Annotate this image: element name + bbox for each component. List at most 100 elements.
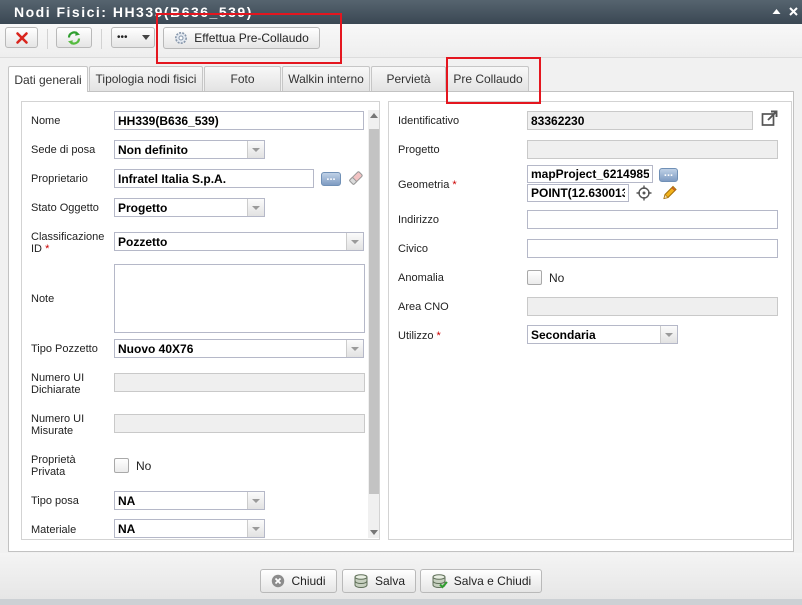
- geometria-point-input[interactable]: [527, 184, 629, 202]
- numero-ui-misurate-label-line2: Misurate: [31, 425, 74, 437]
- salva-button[interactable]: Salva: [342, 569, 416, 593]
- utilizzo-label: Utilizzo *: [398, 330, 441, 342]
- chiudi-label: Chiudi: [291, 574, 326, 588]
- tipo-pozzetto-select[interactable]: Nuovo 40X76: [114, 339, 364, 358]
- tab-pervieta[interactable]: Pervietà: [371, 66, 446, 91]
- proprietario-browse-button[interactable]: ...: [321, 172, 341, 186]
- stato-oggetto-value: Progetto: [118, 201, 168, 215]
- database-check-icon: [432, 574, 448, 589]
- utilizzo-trigger[interactable]: [660, 326, 677, 343]
- area-cno-label: Area CNO: [398, 301, 449, 313]
- proprieta-privata-checkbox[interactable]: [114, 458, 129, 473]
- nome-input[interactable]: [114, 111, 364, 130]
- tab-pre-collaudo[interactable]: Pre Collaudo: [447, 66, 529, 91]
- classificazione-id-value: Pozzetto: [118, 235, 168, 249]
- proprieta-privata-label: Proprietà Privata: [31, 454, 76, 478]
- tipo-pozzetto-label: Tipo Pozzetto: [31, 343, 98, 355]
- external-link-icon[interactable]: [761, 110, 778, 127]
- classificazione-id-trigger[interactable]: [346, 233, 363, 250]
- numero-ui-dichiarate-label-line1: Numero UI: [31, 372, 85, 384]
- classificazione-id-select[interactable]: Pozzetto: [114, 232, 364, 251]
- circle-x-icon: [272, 574, 285, 588]
- anomalia-option-label: No: [549, 271, 565, 285]
- geometria-project-input[interactable]: [527, 165, 653, 183]
- dialog-window: Nodi Fisici: HH339(B636_539) ••• Effettu…: [0, 0, 802, 605]
- salva-label: Salva: [374, 574, 406, 588]
- area-cno-input: [527, 297, 778, 316]
- background-strip: [0, 599, 802, 605]
- stato-oggetto-label: Stato Oggetto: [31, 202, 99, 214]
- proprieta-privata-label-line1: Proprietà: [31, 454, 76, 466]
- refresh-button[interactable]: [56, 27, 92, 48]
- tab-tipologia-nodi-fisici[interactable]: Tipologia nodi fisici: [89, 66, 203, 91]
- more-actions-button[interactable]: •••: [111, 27, 155, 48]
- chevron-down-icon: [665, 333, 673, 337]
- close-window-icon[interactable]: [788, 6, 799, 17]
- geometria-browse-button[interactable]: ...: [659, 168, 678, 182]
- classificazione-id-label-line2: ID: [31, 243, 42, 255]
- materiale-label: Materiale: [31, 524, 77, 536]
- pencil-icon[interactable]: [661, 184, 678, 201]
- sede-di-posa-select[interactable]: Non definito: [114, 140, 265, 159]
- chevron-down-icon: [252, 206, 260, 210]
- scroll-down-arrow-icon[interactable]: [370, 530, 378, 535]
- numero-ui-misurate-label-line1: Numero UI: [31, 413, 85, 425]
- dialog-footer: Chiudi Salva Salva e Chiudi: [0, 553, 802, 599]
- classificazione-id-label: Classificazione ID *: [31, 231, 104, 255]
- precollaudo-label: Effettua Pre-Collaudo: [194, 31, 309, 45]
- note-textarea[interactable]: [114, 264, 365, 333]
- required-mark: *: [436, 330, 441, 342]
- chevron-down-icon: [252, 527, 260, 531]
- tab-foto[interactable]: Foto: [204, 66, 281, 91]
- target-icon[interactable]: [636, 185, 652, 201]
- numero-ui-misurate-label: Numero UI Misurate: [31, 413, 84, 437]
- tipo-posa-select[interactable]: NA: [114, 491, 265, 510]
- collapse-icon[interactable]: [771, 6, 782, 17]
- proprietario-input[interactable]: [114, 169, 314, 188]
- numero-ui-dichiarate-input: [114, 373, 365, 392]
- proprietario-label: Proprietario: [31, 173, 88, 185]
- indirizzo-input[interactable]: [527, 210, 778, 229]
- chevron-down-icon: [142, 35, 150, 40]
- eraser-icon[interactable]: [347, 169, 365, 187]
- scrollbar-thumb[interactable]: [369, 129, 379, 494]
- stato-oggetto-select[interactable]: Progetto: [114, 198, 265, 217]
- anomalia-checkbox[interactable]: [527, 270, 542, 285]
- tipo-posa-trigger[interactable]: [247, 492, 264, 509]
- sede-di-posa-label: Sede di posa: [31, 144, 96, 156]
- identificativo-input: [527, 111, 753, 130]
- tab-walkin-interno[interactable]: Walkin interno: [282, 66, 370, 91]
- toolbar-separator: [47, 29, 48, 49]
- left-panel-scrollbar[interactable]: [368, 110, 379, 538]
- civico-input[interactable]: [527, 239, 778, 258]
- tipo-pozzetto-value: Nuovo 40X76: [118, 342, 194, 356]
- materiale-select[interactable]: NA: [114, 519, 265, 538]
- utilizzo-label-text: Utilizzo: [398, 330, 434, 342]
- right-form-panel: Identificativo Progetto Geometria * ...: [388, 101, 792, 540]
- salva-e-chiudi-label: Salva e Chiudi: [453, 574, 532, 588]
- proprieta-privata-label-line2: Privata: [31, 466, 66, 478]
- left-form-panel: Nome Sede di posa Non definito Proprieta…: [21, 101, 380, 540]
- tipo-pozzetto-trigger[interactable]: [346, 340, 363, 357]
- stato-oggetto-trigger[interactable]: [247, 199, 264, 216]
- sede-di-posa-value: Non definito: [118, 143, 188, 157]
- geometria-label-text: Geometria: [398, 179, 450, 191]
- toolbar-separator: [101, 29, 102, 49]
- utilizzo-select[interactable]: Secondaria: [527, 325, 678, 344]
- anomalia-label: Anomalia: [398, 272, 444, 284]
- tab-dati-generali[interactable]: Dati generali: [8, 66, 88, 92]
- scroll-up-arrow-icon[interactable]: [370, 113, 378, 118]
- delete-button[interactable]: [5, 27, 38, 48]
- sede-di-posa-trigger[interactable]: [247, 141, 264, 158]
- salva-e-chiudi-button[interactable]: Salva e Chiudi: [420, 569, 542, 593]
- window-title: Nodi Fisici: HH339(B636_539): [14, 4, 253, 20]
- chiudi-button[interactable]: Chiudi: [260, 569, 337, 593]
- numero-ui-dichiarate-label: Numero UI Dichiarate: [31, 372, 84, 396]
- title-bar[interactable]: Nodi Fisici: HH339(B636_539): [0, 0, 802, 24]
- toolbar: ••• Effettua Pre-Collaudo: [0, 24, 802, 58]
- utilizzo-value: Secondaria: [531, 328, 596, 342]
- numero-ui-misurate-input: [114, 414, 365, 433]
- required-mark: *: [452, 179, 457, 191]
- materiale-trigger[interactable]: [247, 520, 264, 537]
- precollaudo-button[interactable]: Effettua Pre-Collaudo: [163, 27, 320, 49]
